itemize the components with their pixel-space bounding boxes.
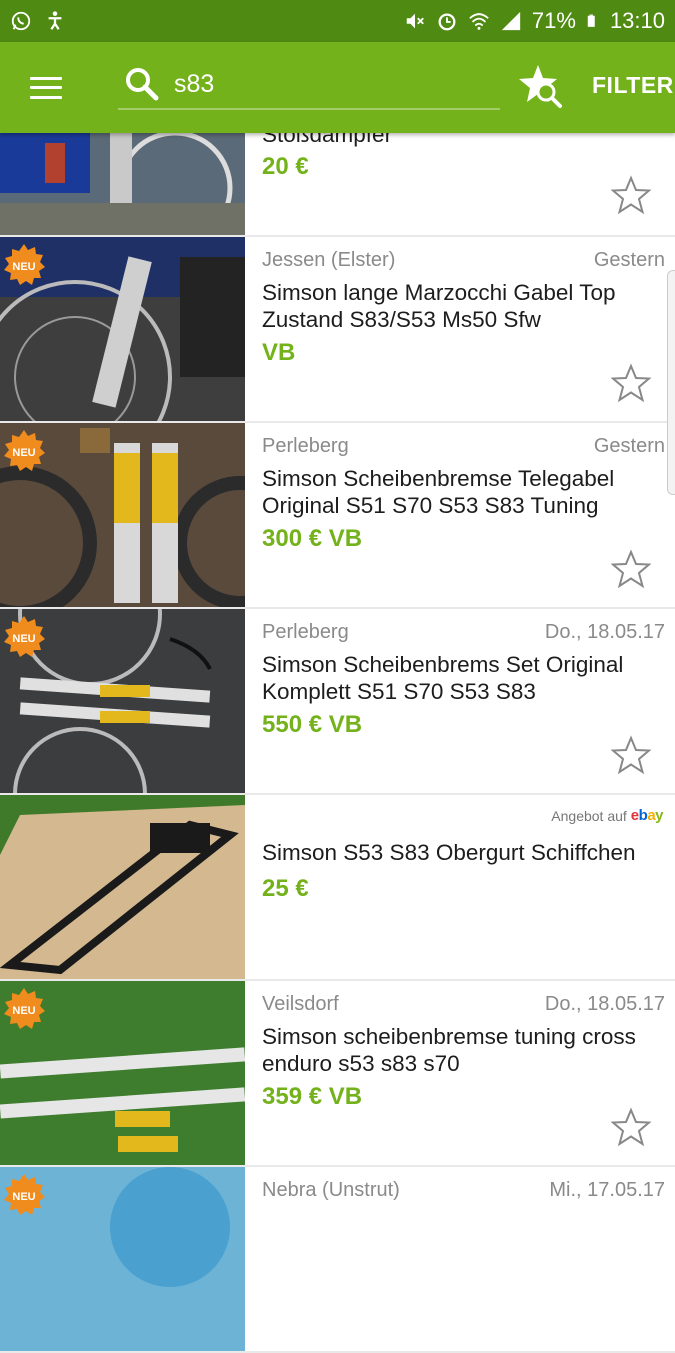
list-item[interactable]: NEU Nebra (Unstrut) Mi., 17.05.17: [0, 1167, 675, 1351]
search-input[interactable]: [174, 69, 474, 99]
filter-button[interactable]: FILTER: [592, 72, 674, 99]
listing-price: 20 €: [262, 153, 309, 180]
listing-price: 550 € VB: [262, 711, 363, 738]
wifi-icon: [469, 13, 489, 30]
new-badge-icon: NEU: [4, 430, 45, 471]
listing-price: 300 € VB: [262, 525, 363, 552]
new-badge-icon: NEU: [4, 244, 45, 285]
mute-icon: [406, 13, 424, 29]
battery-icon: [587, 14, 595, 27]
svg-text:NEU: NEU: [12, 633, 35, 645]
listing-location: Veilsdorf: [262, 993, 339, 1015]
ebay-logo: ebay: [630, 807, 664, 824]
search-icon: [126, 68, 159, 101]
list-item[interactable]: Stoßdämpfer 20 €: [0, 122, 675, 235]
new-badge-icon: NEU: [4, 988, 45, 1029]
listing-thumbnail: NEU: [0, 1167, 245, 1351]
star-icon[interactable]: [611, 1107, 651, 1147]
listing-title: Simson Scheibenbrems Set Original Komple…: [262, 652, 624, 704]
alarm-icon: [438, 13, 456, 31]
scrollbar-handle[interactable]: [667, 270, 675, 495]
svg-text:NEU: NEU: [12, 261, 35, 273]
listing-location: Perleberg: [262, 621, 349, 643]
star-icon[interactable]: [611, 549, 651, 589]
listing-thumbnail: [0, 795, 245, 979]
svg-text:NEU: NEU: [12, 1005, 35, 1017]
svg-text:NEU: NEU: [12, 1191, 35, 1203]
listing-thumbnail: NEU: [0, 237, 245, 421]
clock: 13:10: [609, 8, 665, 33]
status-bar: 71% 13:10: [0, 0, 675, 42]
listing-location: Perleberg: [262, 435, 349, 457]
listing-title: Simson scheibenbremse tuning cross endur…: [262, 1024, 636, 1076]
listing-date: Do., 18.05.17: [544, 993, 665, 1015]
signal-icon: [501, 11, 521, 31]
results-list: Stoßdämpfer 20 € NEU Jessen (Elster) Ges…: [0, 122, 675, 1353]
hamburger-icon: [30, 76, 62, 99]
listing-price: VB: [262, 339, 296, 366]
new-badge-icon: NEU: [4, 1174, 45, 1215]
accessibility-icon: [48, 11, 62, 30]
svg-text:NEU: NEU: [12, 447, 35, 459]
listing-thumbnail: NEU: [0, 981, 245, 1165]
new-badge-icon: NEU: [4, 616, 45, 657]
list-item[interactable]: NEU Perleberg Do., 18.05.17 Simson Schei…: [0, 609, 675, 793]
battery-percent: 71%: [531, 8, 576, 33]
list-item[interactable]: NEU Perleberg Gestern Simson Scheibenbre…: [0, 423, 675, 607]
menu-button[interactable]: [0, 42, 92, 133]
listing-price: 25 €: [262, 875, 309, 902]
list-item[interactable]: NEU Veilsdorf Do., 18.05.17 Simson schei…: [0, 981, 675, 1165]
listing-date: Gestern: [593, 435, 665, 457]
listing-date: Gestern: [593, 249, 665, 271]
listing-thumbnail: NEU: [0, 423, 245, 607]
list-item[interactable]: Angebot auf ebay Simson S53 S83 Obergurt…: [0, 795, 675, 979]
search-field[interactable]: [118, 60, 500, 110]
listing-location: Jessen (Elster): [262, 249, 396, 271]
listing-date: Mi., 17.05.17: [549, 1179, 665, 1201]
ebay-offer-label: Angebot auf ebay: [551, 807, 663, 824]
listing-date: Do., 18.05.17: [544, 621, 665, 643]
listing-location: Nebra (Unstrut): [262, 1179, 400, 1201]
star-icon[interactable]: [611, 735, 651, 775]
app-toolbar: FILTER: [0, 42, 675, 133]
saved-search-star-icon[interactable]: [516, 62, 564, 110]
listing-title: Simson Scheibenbremse Telegabel Original…: [262, 466, 615, 518]
listing-title: Simson lange Marzocchi Gabel Top Zustand…: [262, 280, 616, 332]
star-icon[interactable]: [611, 363, 651, 403]
listing-title: Simson S53 S83 Obergurt Schiffchen: [262, 840, 636, 865]
listing-thumbnail: [0, 133, 245, 235]
whatsapp-icon: [11, 11, 31, 31]
star-icon[interactable]: [611, 175, 651, 215]
ebay-offer-text: Angebot auf: [551, 807, 627, 824]
listing-price: 359 € VB: [262, 1083, 363, 1110]
list-item[interactable]: NEU Jessen (Elster) Gestern Simson lange…: [0, 237, 675, 421]
listing-thumbnail: NEU: [0, 609, 245, 793]
